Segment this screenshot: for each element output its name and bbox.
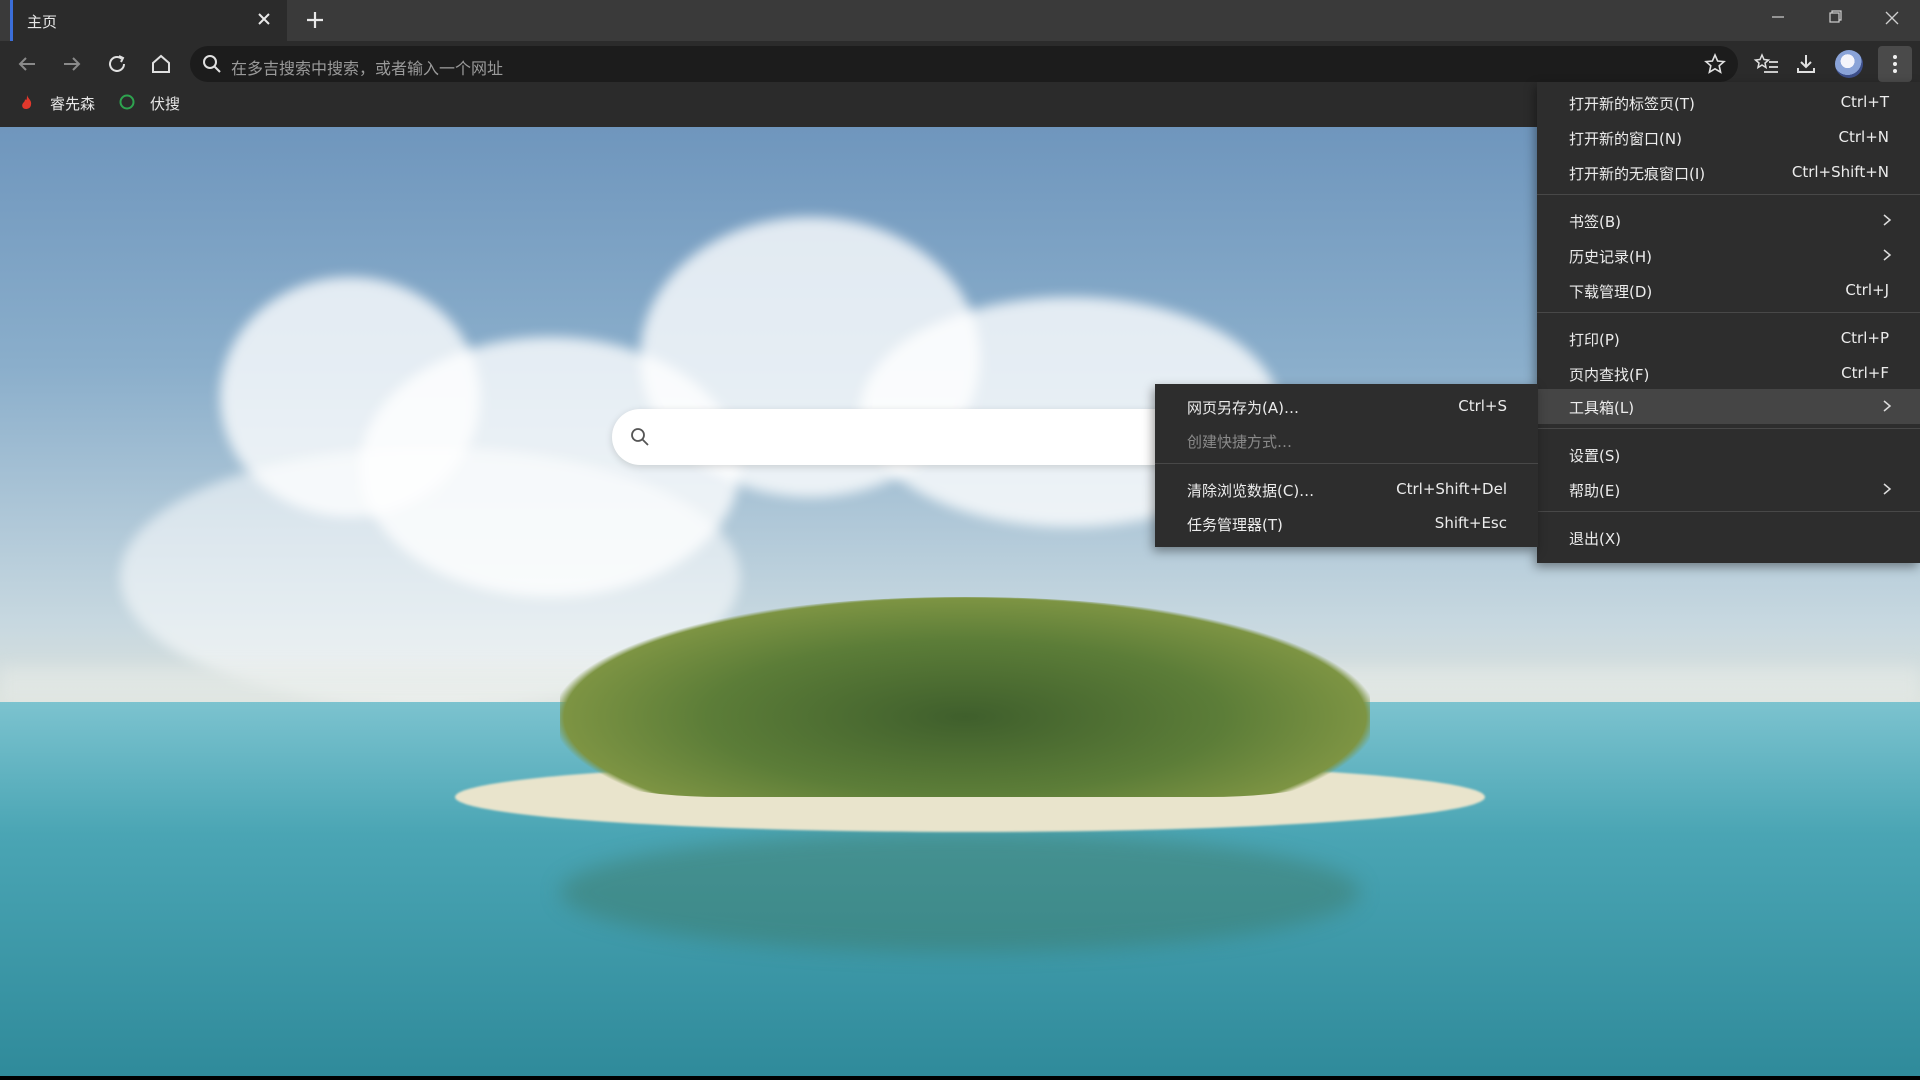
toolbar: 在多吉搜索中搜索，或者输入一个网址 xyxy=(0,41,1920,87)
bottom-border xyxy=(0,1076,1920,1080)
menu-item-incognito-window[interactable]: 打开新的无痕窗口(I) Ctrl+Shift+N xyxy=(1537,155,1920,190)
menu-separator xyxy=(1537,312,1920,313)
close-icon[interactable] xyxy=(253,8,275,30)
new-tab-button[interactable] xyxy=(303,8,327,32)
address-placeholder: 在多吉搜索中搜索，或者输入一个网址 xyxy=(231,59,504,78)
chevron-right-icon xyxy=(1882,482,1892,496)
menu-item-downloads[interactable]: 下载管理(D) Ctrl+J xyxy=(1537,273,1920,308)
tab-home[interactable]: 主页 xyxy=(10,0,287,41)
search-icon xyxy=(202,54,222,74)
menu-item-settings[interactable]: 设置(S) xyxy=(1537,437,1920,472)
menu-item-bookmarks[interactable]: 书签(B) xyxy=(1537,203,1920,238)
island-reflection xyxy=(560,832,1360,952)
download-icon[interactable] xyxy=(1792,50,1820,78)
menu-separator xyxy=(1537,511,1920,512)
menu-item-find-in-page[interactable]: 页内查找(F) Ctrl+F xyxy=(1537,356,1920,391)
tools-submenu: 网页另存为(A)… Ctrl+S 创建快捷方式… 清除浏览数据(C)… Ctrl… xyxy=(1155,384,1538,547)
page-search-input[interactable] xyxy=(612,409,1172,465)
menu-item-toolbox[interactable]: 工具箱(L) xyxy=(1537,389,1920,424)
close-window-button[interactable] xyxy=(1864,0,1920,36)
menu-item-history[interactable]: 历史记录(H) xyxy=(1537,238,1920,273)
menu-item-new-window[interactable]: 打开新的窗口(N) Ctrl+N xyxy=(1537,120,1920,155)
chevron-right-icon xyxy=(1882,213,1892,227)
menu-separator xyxy=(1537,428,1920,429)
menu-item-print[interactable]: 打印(P) Ctrl+P xyxy=(1537,321,1920,356)
address-bar[interactable]: 在多吉搜索中搜索，或者输入一个网址 xyxy=(190,46,1738,82)
avatar[interactable] xyxy=(1835,50,1863,78)
chevron-right-icon xyxy=(1882,399,1892,413)
reload-button[interactable] xyxy=(103,50,131,78)
favorites-list-icon[interactable] xyxy=(1753,50,1781,78)
menu-separator xyxy=(1155,463,1538,464)
menu-item-help[interactable]: 帮助(E) xyxy=(1537,472,1920,507)
submenu-item-task-manager[interactable]: 任务管理器(T) Shift+Esc xyxy=(1155,506,1538,541)
submenu-item-create-shortcut[interactable]: 创建快捷方式… xyxy=(1155,423,1538,458)
menu-item-new-tab[interactable]: 打开新的标签页(T) Ctrl+T xyxy=(1537,85,1920,120)
menu-separator xyxy=(1537,194,1920,195)
forward-button[interactable] xyxy=(58,50,86,78)
main-menu: 打开新的标签页(T) Ctrl+T 打开新的窗口(N) Ctrl+N 打开新的无… xyxy=(1537,82,1920,563)
main-menu-button[interactable] xyxy=(1878,46,1912,82)
search-icon xyxy=(630,427,650,447)
tab-strip: 主页 xyxy=(0,0,1920,41)
restore-button[interactable] xyxy=(1807,0,1863,36)
submenu-item-save-page[interactable]: 网页另存为(A)… Ctrl+S xyxy=(1155,389,1538,424)
tab-title: 主页 xyxy=(27,13,58,31)
menu-item-exit[interactable]: 退出(X) xyxy=(1537,520,1920,555)
circle-logo-icon xyxy=(118,93,136,111)
star-icon[interactable] xyxy=(1704,52,1726,75)
flame-icon xyxy=(18,93,36,111)
home-button[interactable] xyxy=(147,50,175,78)
palm-trees xyxy=(560,597,1370,797)
submenu-item-clear-browsing-data[interactable]: 清除浏览数据(C)… Ctrl+Shift+Del xyxy=(1155,472,1538,507)
chevron-right-icon xyxy=(1882,248,1892,262)
minimize-button[interactable] xyxy=(1750,0,1806,36)
back-button[interactable] xyxy=(13,50,41,78)
